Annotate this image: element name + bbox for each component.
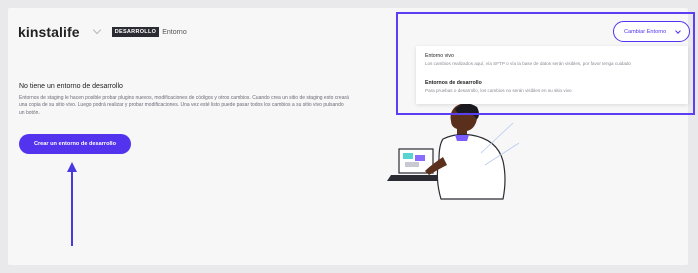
- empty-state: No tiene un entorno de desarrollo Entorn…: [19, 83, 349, 117]
- change-environment-button[interactable]: Cambiar Entorno: [613, 21, 690, 42]
- option-title: Entornos de desarrollo: [425, 80, 482, 86]
- page-title: No tiene un entorno de desarrollo: [19, 83, 123, 90]
- dropdown-option-dev[interactable]: Entornos de desarrollo Para pruebas o de…: [425, 80, 572, 93]
- environment-label: Entorno: [162, 28, 187, 36]
- dropdown-option-live[interactable]: Entorno vivo Los cambios realizados aquí…: [425, 53, 631, 66]
- kinsta-logo[interactable]: kinstalife: [18, 24, 80, 40]
- option-description: Para pruebas o desarrollo, los cambios n…: [425, 88, 572, 93]
- option-description: Los cambios realizados aquí, vía SFTP o …: [425, 61, 631, 66]
- change-environment-label: Cambiar Entorno: [624, 28, 667, 35]
- create-dev-environment-button[interactable]: Crear un entorno de desarrollo: [19, 134, 131, 154]
- empty-state-description: Entornos de staging le hacen posible pro…: [19, 95, 349, 116]
- chevron-down-icon[interactable]: [92, 25, 101, 35]
- chevron-down-icon: [675, 28, 681, 34]
- option-title: Entorno vivo: [425, 53, 454, 59]
- site-header: kinstalife DESARROLLO Entorno: [18, 22, 187, 42]
- environment-dropdown: Entorno vivo Los cambios realizados aquí…: [416, 46, 688, 104]
- annotation-arrow-line: [71, 170, 73, 246]
- environment-badge: DESARROLLO: [111, 27, 160, 37]
